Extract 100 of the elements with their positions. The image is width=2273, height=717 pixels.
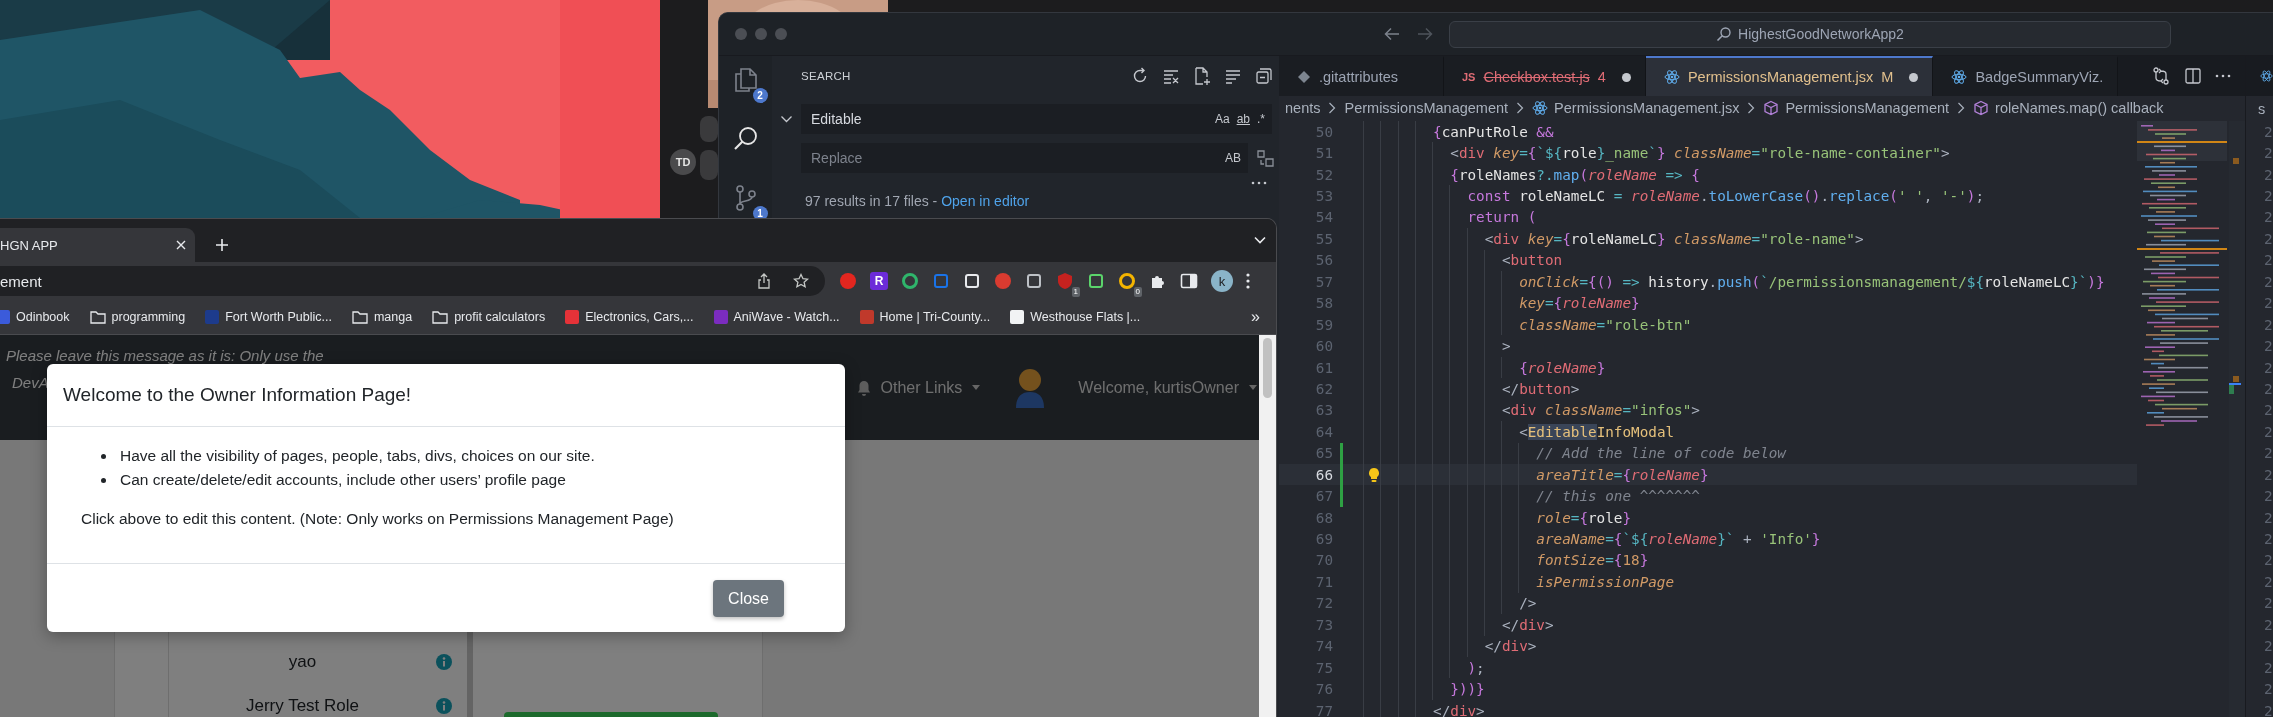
role-name[interactable]: yao	[288, 652, 317, 672]
line-number: 54	[1314, 209, 1334, 226]
collapse-icon[interactable]	[1255, 67, 1273, 85]
scrollbar-thumb[interactable]	[1263, 338, 1272, 398]
bookmark[interactable]: Fort Worth Public...	[205, 310, 332, 324]
lightbulb-icon[interactable]	[1367, 467, 1381, 483]
code-line: // Add the line of code below	[1536, 445, 1786, 462]
caret-icon[interactable]	[972, 385, 981, 390]
more-bookmarks-button[interactable]: »	[1251, 308, 1260, 326]
more-icon[interactable]	[1251, 181, 1267, 185]
line-number: 2	[2264, 359, 2273, 376]
bookmark-star-icon[interactable]	[793, 273, 809, 289]
breadcrumb-item[interactable]: roleNames.map() callback	[1995, 99, 2164, 116]
line-number: 2	[2264, 316, 2273, 333]
bookmark[interactable]: AniWave - Watch...	[713, 310, 840, 324]
close-icon[interactable]	[176, 240, 186, 250]
line-number: 55	[1314, 230, 1334, 247]
back-arrow-icon[interactable]	[1384, 27, 1400, 41]
extension-icon[interactable]	[1025, 272, 1043, 290]
open-in-editor-link[interactable]: Open in editor	[941, 193, 1030, 209]
replace-field[interactable]: Replace AB	[801, 143, 1248, 173]
search-option-toggle[interactable]: .*	[1257, 112, 1265, 126]
code-line: <div key={`${role}_name`} className="role-name-container">	[1450, 145, 1950, 162]
profile-avatar[interactable]: k	[1211, 270, 1233, 292]
browser-tab[interactable]: HGN APP	[0, 228, 195, 262]
chevron-icon[interactable]	[1254, 236, 1266, 244]
line-number: 77	[1314, 702, 1334, 717]
line-number: 2	[2264, 338, 2273, 355]
caret-icon[interactable]	[1249, 385, 1257, 390]
role-name[interactable]: Jerry Test Role	[245, 696, 360, 716]
replace-all-icon[interactable]	[1255, 148, 1275, 168]
new-file-icon[interactable]	[1193, 67, 1211, 85]
menu-icon[interactable]	[1246, 273, 1250, 289]
editor-tab[interactable]: PermissionsManagement.jsx M	[1645, 56, 1934, 96]
notice-text: DevA	[12, 374, 49, 391]
react-icon	[1663, 69, 1680, 85]
code-line: // this one ^^^^^^^	[1536, 488, 1700, 505]
bell-icon[interactable]	[856, 379, 871, 396]
command-search-field[interactable]: HighestGoodNetworkApp2	[1449, 20, 2171, 48]
code-line: isPermissionPage	[1536, 573, 1675, 590]
line-number: 2	[2264, 166, 2273, 183]
share-icon[interactable]	[757, 273, 771, 289]
new-tab-icon[interactable]	[215, 238, 229, 252]
line-number: 59	[1314, 316, 1334, 333]
refresh-icon[interactable]	[1131, 67, 1149, 85]
address-bar[interactable]: ement	[0, 266, 825, 296]
line-number: 2	[2264, 445, 2273, 462]
bullet-text: Have all the visibility of pages, people, tabs, divs, choices on our site.	[120, 447, 595, 465]
code-line: >	[1501, 338, 1511, 355]
extension-icon[interactable]	[963, 272, 981, 290]
breadcrumb-item[interactable]: s	[2258, 100, 2266, 117]
bullet-text: Can create/delete/edit accounts, include other users’ profile page	[120, 471, 566, 489]
breadcrumb-item[interactable]: PermissionsManagement	[1344, 99, 1509, 116]
line-number: 2	[2264, 123, 2273, 140]
code-line: </div>	[1433, 702, 1485, 717]
code-line: {canPutRole &&	[1433, 123, 1554, 140]
line-number: 2	[2264, 573, 2273, 590]
code-line: className="role-btn"	[1519, 316, 1692, 333]
breadcrumb-item[interactable]: nents	[1285, 99, 1321, 116]
bookmark[interactable]: profit calculators	[432, 310, 546, 324]
search-option-toggle[interactable]: Aa	[1214, 112, 1230, 126]
line-number: 2	[2264, 402, 2273, 419]
folder-icon	[89, 310, 106, 324]
code-line: }))}	[1450, 681, 1485, 698]
side-panel-icon[interactable]	[1180, 273, 1198, 289]
extension-icon[interactable]: R	[870, 272, 888, 290]
line-number: 65	[1314, 445, 1334, 462]
close-button[interactable]: Close	[713, 580, 784, 617]
code-line: />	[1519, 595, 1537, 612]
react-icon	[1532, 99, 1549, 116]
clear-results-icon[interactable]	[1162, 67, 1180, 85]
bookmark[interactable]: programming	[89, 310, 186, 324]
list-icon[interactable]	[1224, 67, 1242, 85]
extension-icon[interactable]	[901, 272, 919, 290]
bookmark[interactable]: Odinbook	[0, 310, 70, 324]
count-badge: 2	[752, 88, 768, 103]
compare-changes-icon[interactable]	[2151, 66, 2171, 86]
bookmark[interactable]: Home | Tri-County...	[859, 310, 991, 324]
extension-icon[interactable]	[1087, 272, 1105, 290]
split-editor-icon[interactable]	[2184, 67, 2202, 85]
code-line: <button	[1501, 252, 1563, 269]
search-option-toggle[interactable]: ab	[1236, 112, 1250, 126]
line-number: 73	[1314, 616, 1334, 633]
line-number: 57	[1314, 273, 1334, 290]
bookmark[interactable]: Electronics, Cars,...	[565, 310, 694, 324]
folder-icon	[351, 310, 368, 324]
line-number: 50	[1314, 123, 1334, 140]
breadcrumb-item[interactable]: PermissionsManagement.jsx	[1554, 99, 1740, 116]
bookmark[interactable]: manga	[351, 310, 413, 324]
line-number: 2	[2264, 273, 2273, 290]
react-icon[interactable]	[2260, 68, 2273, 84]
more-icon[interactable]	[2215, 74, 2231, 78]
bookmark[interactable]: Westhouse Flats |...	[1010, 310, 1141, 324]
search-field[interactable]: Editable Aa ab .*	[801, 104, 1272, 134]
cube-icon	[1763, 99, 1780, 116]
preserve-case-toggle[interactable]: AB	[1225, 151, 1241, 165]
breadcrumb-item[interactable]: PermissionsManagement	[1785, 99, 1950, 116]
extension-icon[interactable]	[1118, 272, 1136, 290]
code-line: const roleNameLC = roleName.toLowerCase().replace(' ', '-');	[1467, 188, 1985, 205]
user-avatar[interactable]	[1014, 367, 1047, 408]
